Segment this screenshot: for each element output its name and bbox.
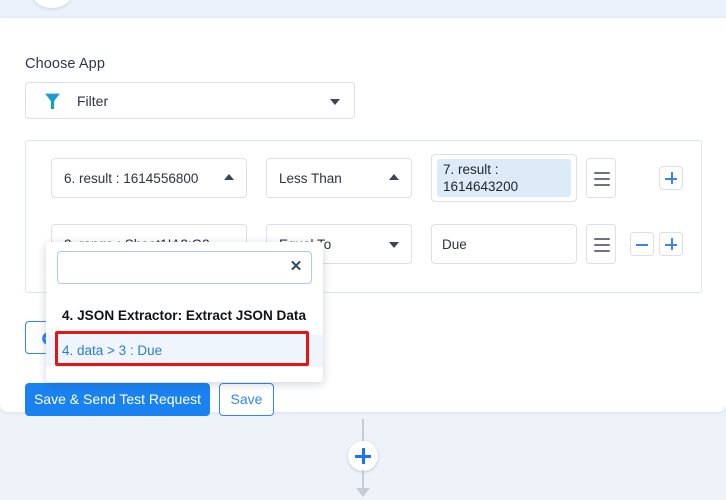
filter-operator-value-1: Less Than (279, 170, 342, 186)
filter-field-value-1: 6. result : 1614556800 (64, 170, 199, 186)
chevron-up-icon (389, 174, 399, 180)
filter-field-select-1[interactable]: 6. result : 1614556800 (51, 158, 247, 198)
filter-value-chip-1: 7. result : 1614643200 (437, 159, 571, 197)
choose-app-label: Choose App (25, 56, 106, 72)
dropdown-item-data-3-due[interactable]: 4. data > 3 : Due (46, 335, 323, 367)
add-condition-button-2[interactable] (659, 232, 683, 256)
hamburger-bar (594, 238, 610, 241)
hamburger-bar (594, 244, 610, 247)
filter-value-menu-2[interactable] (586, 224, 616, 264)
dropdown-group-label: 4. JSON Extractor: Extract JSON Data (62, 308, 307, 323)
remove-condition-button-2[interactable] (630, 232, 654, 256)
chevron-up-icon (224, 174, 234, 180)
top-background-strip (0, 0, 726, 18)
hamburger-bar (594, 184, 610, 187)
save-and-send-test-request-button[interactable]: Save & Send Test Request (25, 383, 210, 416)
previous-node-circle (32, 0, 72, 8)
flow-connector-line-bottom (362, 470, 364, 490)
workflow-editor-screen: Choose App Filter 6. result : 1614556800… (0, 0, 726, 500)
save-button[interactable]: Save (219, 383, 274, 416)
funnel-icon (45, 93, 60, 109)
hamburger-bar (594, 178, 610, 181)
filter-value-text-2: Due (442, 236, 467, 252)
filter-value-menu-1[interactable] (586, 158, 616, 198)
field-picker-dropdown: ✕ 4. JSON Extractor: Extract JSON Data 4… (46, 242, 323, 382)
hamburger-bar (594, 250, 610, 253)
dropdown-search-wrapper: ✕ (57, 251, 312, 284)
chevron-down-icon (389, 242, 399, 248)
hamburger-bar (594, 172, 610, 175)
add-condition-button-1[interactable] (659, 166, 683, 190)
filter-value-input-2[interactable]: Due (431, 224, 577, 264)
flow-connector-arrow (356, 488, 370, 497)
filter-value-input-1[interactable]: 7. result : 1614643200 (431, 154, 577, 202)
filter-operator-select-1[interactable]: Less Than (266, 158, 412, 198)
choose-app-select[interactable]: Filter (25, 82, 355, 119)
chevron-down-icon (330, 98, 340, 105)
dropdown-search-input[interactable] (57, 251, 312, 284)
filter-row: 6. result : 1614556800 Less Than 7. resu… (26, 154, 703, 202)
clear-search-icon[interactable]: ✕ (288, 259, 304, 275)
choose-app-value: Filter (77, 92, 109, 109)
add-step-button[interactable] (348, 441, 378, 471)
minus-icon (636, 243, 648, 246)
